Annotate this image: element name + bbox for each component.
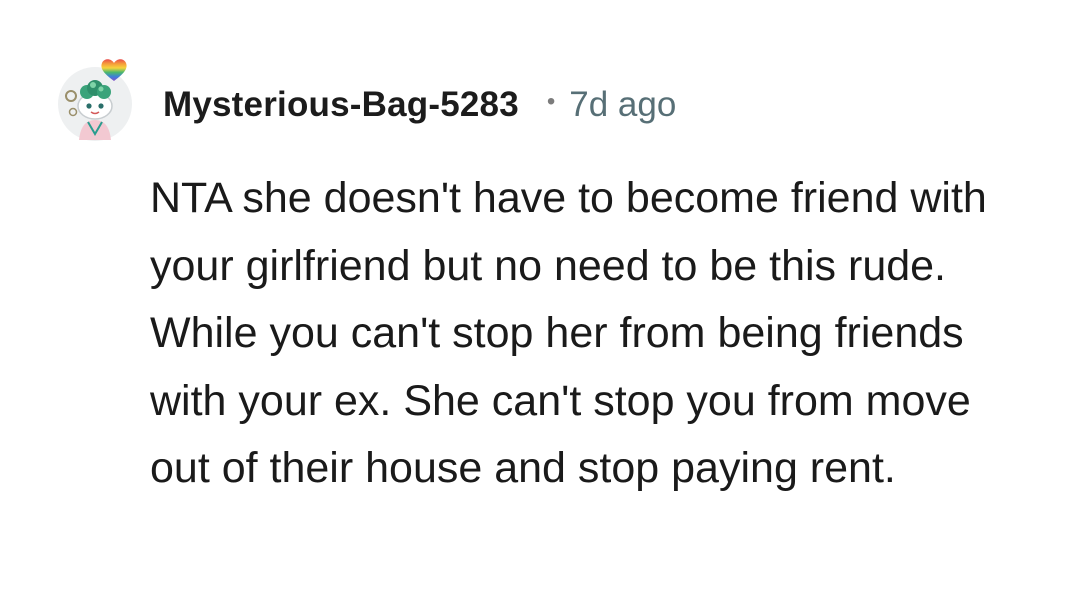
user-avatar[interactable] xyxy=(55,59,135,142)
comment-body: NTA she doesn't have to become friend wi… xyxy=(150,174,987,492)
comment-header: Mysterious-Bag-5283 • 7d ago xyxy=(163,80,676,130)
rainbow-heart-icon xyxy=(101,59,127,81)
separator-dot: • xyxy=(546,88,556,115)
comment: Mysterious-Bag-5283 • 7d ago NTA she doe… xyxy=(0,0,1080,602)
timestamp[interactable]: 7d ago xyxy=(569,85,676,125)
username-link[interactable]: Mysterious-Bag-5283 xyxy=(163,85,519,125)
